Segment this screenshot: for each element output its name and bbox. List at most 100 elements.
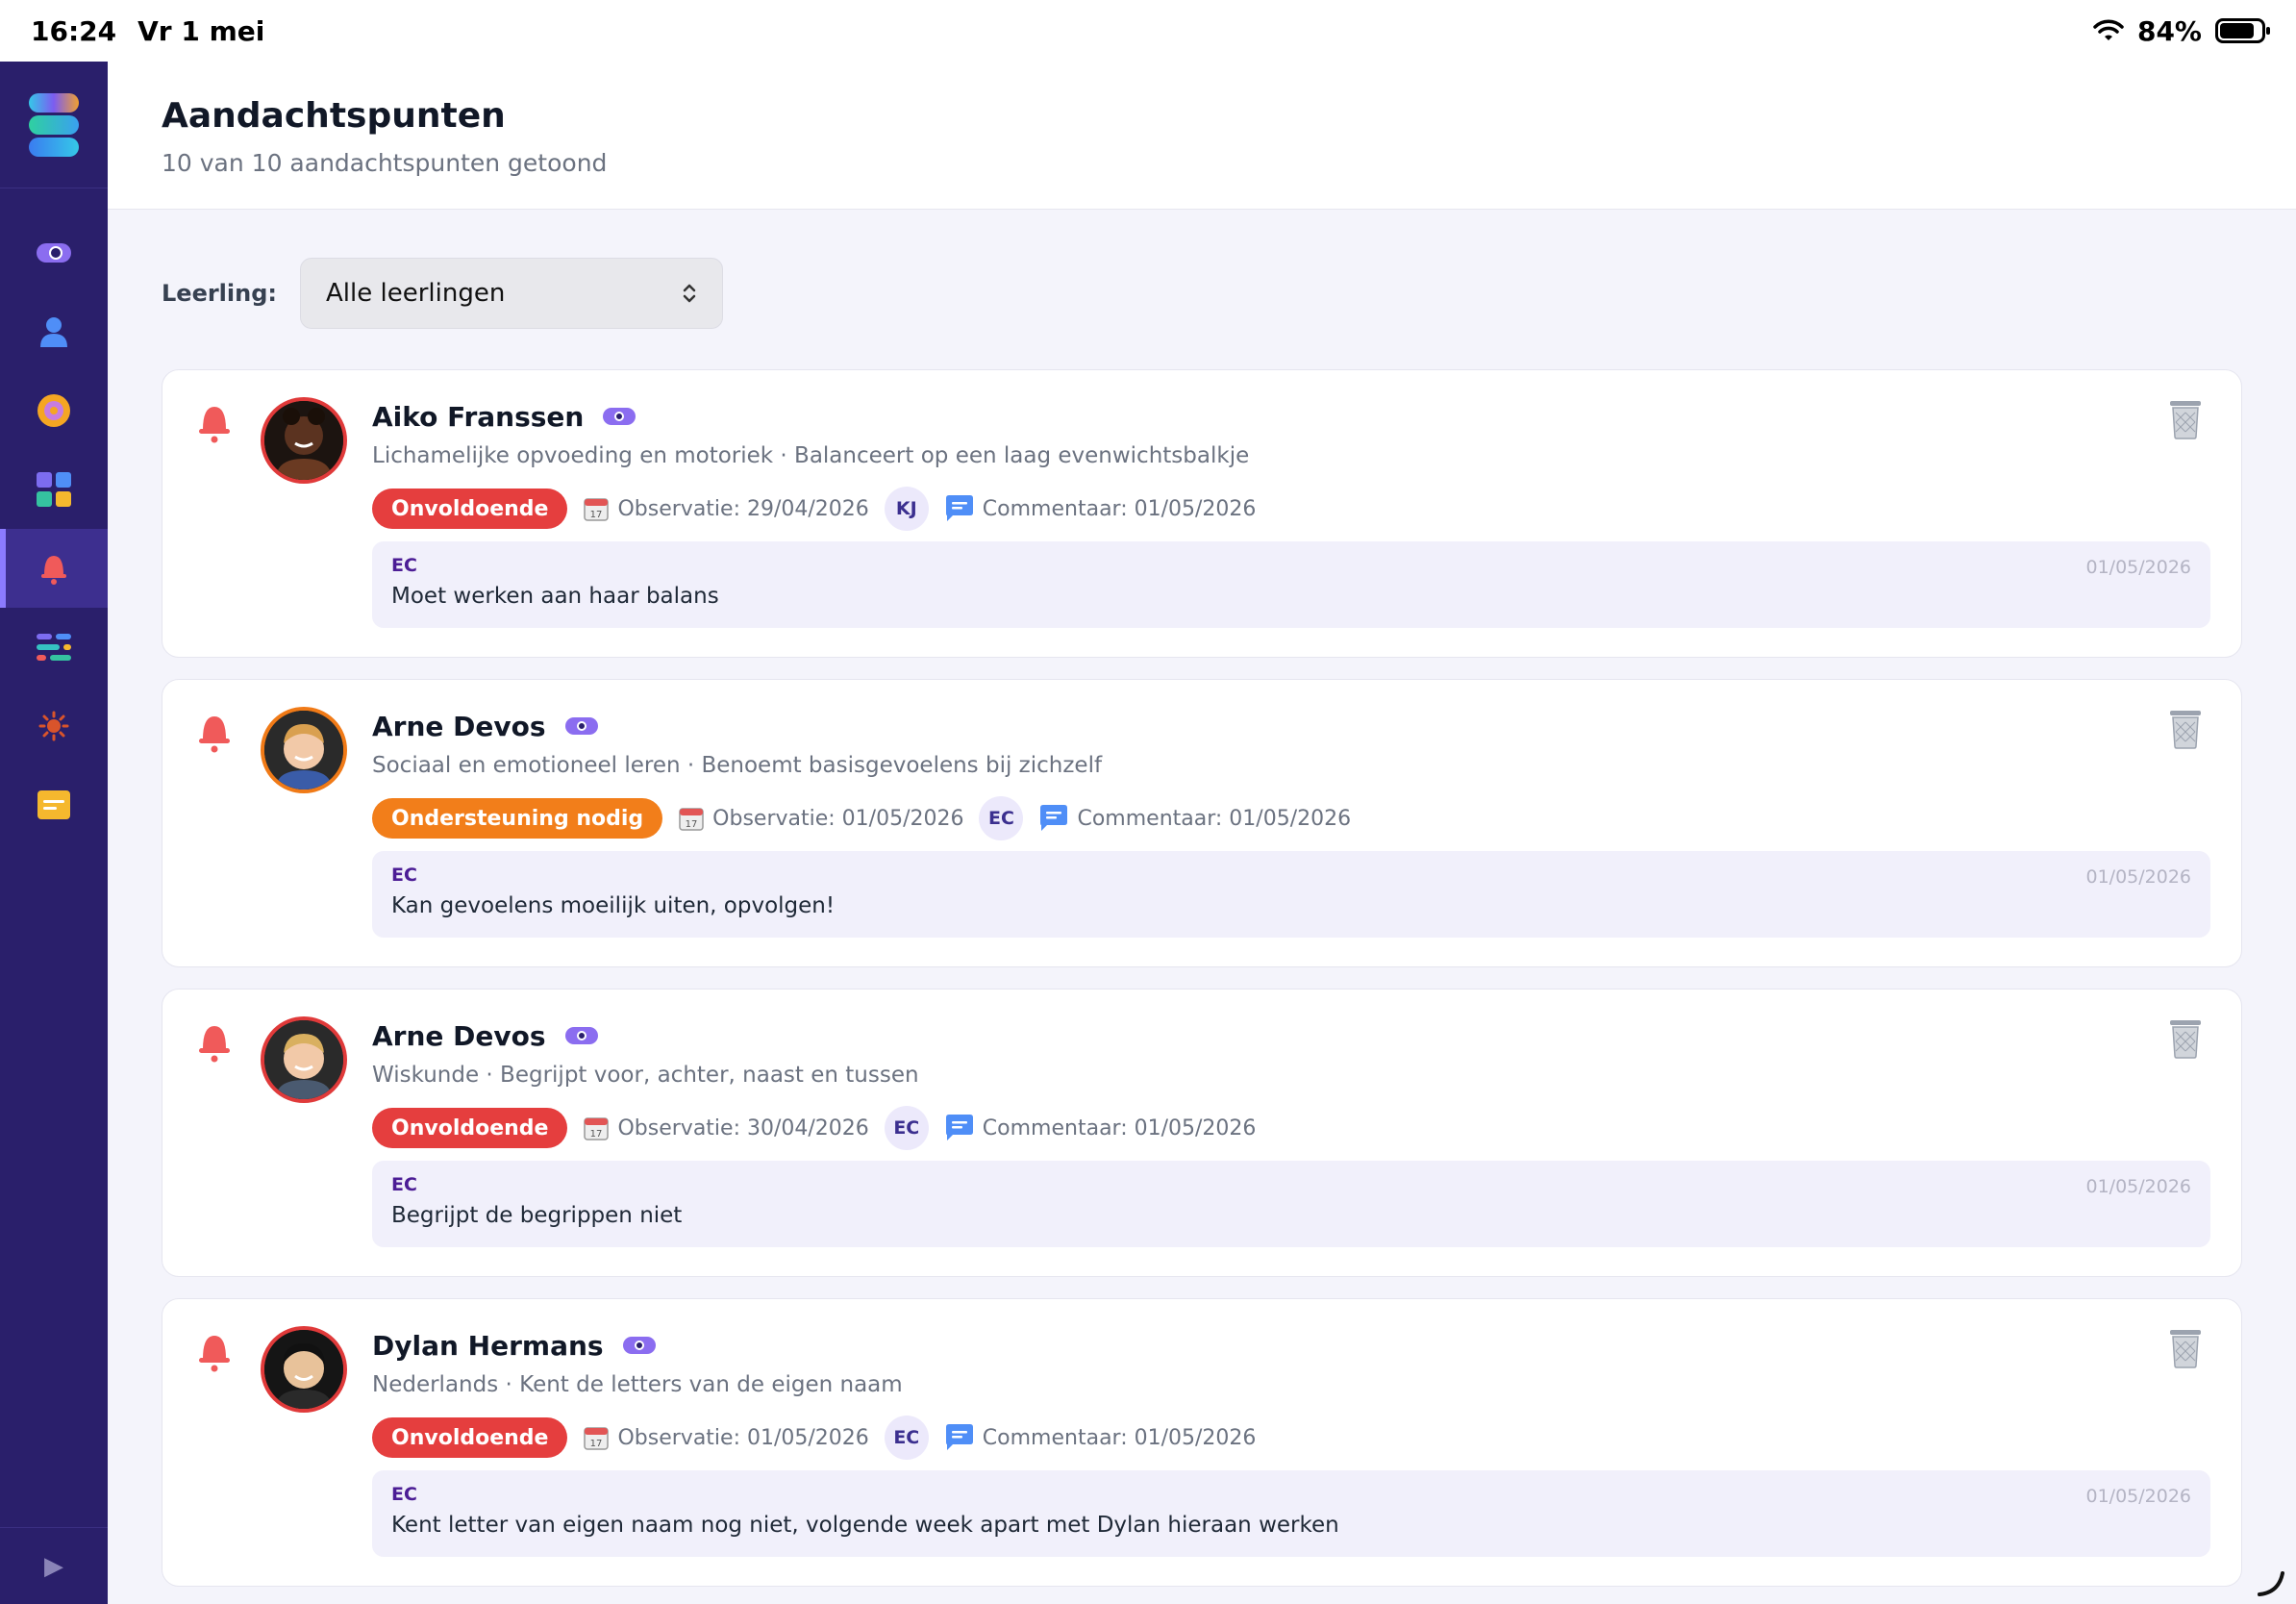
sliders-icon (37, 634, 71, 661)
visibility-toggle-icon[interactable] (564, 1027, 598, 1044)
comment-text: Begrijpt de begrippen niet (391, 1203, 683, 1228)
comment-date: Commentaar: 01/05/2026 (944, 1114, 1257, 1142)
comment-icon (945, 1424, 973, 1450)
sun-icon (38, 711, 69, 741)
svg-text:17: 17 (590, 1439, 603, 1449)
card-icon (37, 790, 70, 819)
comment-date: Commentaar: 01/05/2026 (944, 494, 1256, 523)
student-filter: Leerling: Alle leerlingen (162, 258, 723, 329)
sidebar-item-goals[interactable] (0, 371, 108, 450)
comment-icon (1040, 805, 1068, 831)
target-icon (37, 394, 70, 427)
trash-icon[interactable] (2166, 397, 2205, 439)
attention-point-card: Dylan Hermans Nederlands · Kent de lette… (162, 1298, 2242, 1587)
student-name[interactable]: Arne Devos (372, 1020, 546, 1052)
comment-box: EC 01/05/2026 Begrijpt de begrippen niet (372, 1161, 2210, 1247)
trash-icon[interactable] (2166, 707, 2205, 749)
sidebar-item-themes[interactable] (0, 687, 108, 765)
comment-text: Kent letter van eigen naam nog niet, vol… (391, 1513, 1339, 1538)
sidebar-item-attention-points[interactable] (0, 529, 108, 608)
comment-date-text: Commentaar: 01/05/2026 (982, 1115, 1257, 1140)
svg-text:17: 17 (686, 819, 698, 830)
app-logo[interactable] (25, 91, 83, 159)
observation-date: 17 Observatie: 30/04/2026 (583, 1115, 869, 1141)
name-row: Aiko Franssen (372, 399, 2210, 434)
observation-date-text: Observatie: 29/04/2026 (617, 496, 869, 521)
svg-text:17: 17 (590, 1129, 603, 1140)
status-bar-right: 84% (2093, 14, 2270, 47)
comment-box: EC 01/05/2026 Kent letter van eigen naam… (372, 1470, 2210, 1557)
sidebar-item-students[interactable] (0, 292, 108, 371)
status-badge: Onvoldoende (372, 1108, 568, 1148)
trash-icon[interactable] (2166, 1016, 2205, 1059)
student-name[interactable]: Aiko Franssen (372, 401, 584, 433)
sidebar-item-reports[interactable] (0, 765, 108, 844)
comment-timestamp: 01/05/2026 (2085, 866, 2191, 888)
observation-date: 17 Observatie: 01/05/2026 (583, 1424, 869, 1451)
resize-handle-icon[interactable] (2254, 1564, 2288, 1598)
wifi-icon (2093, 19, 2124, 40)
meta-row: Onvoldoende 17 Observatie: 01/05/2026 EC (372, 1416, 2210, 1460)
visibility-toggle-icon[interactable] (603, 408, 636, 425)
calendar-icon: 17 (584, 498, 610, 521)
meta-row: Onvoldoende 17 Observatie: 29/04/2026 KJ (372, 487, 2210, 531)
avatar (261, 397, 347, 484)
bell-icon (199, 407, 230, 443)
sidebar-item-settings-sliders[interactable] (0, 608, 108, 687)
comment-timestamp: 01/05/2026 (2085, 1486, 2191, 1507)
subject-goal: Sociaal en emotioneel leren · Benoemt ba… (372, 753, 1103, 778)
status-badge: Onvoldoende (372, 489, 568, 529)
attention-point-card: Aiko Franssen Lichamelijke opvoeding en … (162, 369, 2242, 658)
bell-icon (199, 716, 230, 753)
meta-row: Onvoldoende 17 Observatie: 30/04/2026 EC (372, 1106, 2210, 1150)
comment-date: Commentaar: 01/05/2026 (944, 1423, 1257, 1452)
attention-point-card: Arne Devos Wiskunde · Begrijpt voor, ach… (162, 989, 2242, 1277)
visibility-toggle-icon[interactable] (622, 1337, 656, 1354)
visibility-toggle-icon[interactable] (564, 717, 598, 735)
card-content: Dylan Hermans Nederlands · Kent de lette… (372, 1328, 2210, 1557)
observation-date-text: Observatie: 30/04/2026 (617, 1115, 869, 1140)
bell-icon (199, 1026, 230, 1063)
sidebar-item-dashboard[interactable] (0, 450, 108, 529)
status-badge: Ondersteuning nodig (372, 798, 663, 839)
comment-author: EC (391, 1484, 417, 1505)
sidebar-nav (0, 188, 108, 844)
page-header: Aandachtspunten 10 van 10 aandachtspunte… (108, 62, 2296, 210)
comment-author: EC (391, 865, 417, 886)
status-time: 16:24 (31, 14, 117, 47)
status-bar-left: 16:24 Vr 1 mei (31, 15, 264, 47)
comment-author: EC (391, 1174, 417, 1195)
comment-date-text: Commentaar: 01/05/2026 (982, 1425, 1257, 1450)
card-content: Arne Devos Sociaal en emotioneel leren ·… (372, 709, 2210, 938)
play-icon: ▶ (44, 1551, 63, 1581)
student-select-value: Alle leerlingen (326, 279, 506, 308)
student-select[interactable]: Alle leerlingen (300, 258, 723, 329)
observation-date: 17 Observatie: 29/04/2026 (583, 495, 869, 522)
sidebar-collapse-button[interactable]: ▶ (0, 1527, 108, 1604)
trash-icon[interactable] (2166, 1326, 2205, 1368)
svg-text:17: 17 (590, 510, 603, 520)
name-row: Arne Devos (372, 709, 2210, 743)
page-title: Aandachtspunten (162, 96, 506, 136)
sidebar-item-observations[interactable] (0, 213, 108, 292)
comment-icon (945, 495, 973, 521)
subject-goal: Lichamelijke opvoeding en motoriek · Bal… (372, 443, 1250, 468)
chevron-updown-icon (683, 284, 696, 303)
observer-initials: EC (979, 796, 1024, 840)
student-name[interactable]: Arne Devos (372, 711, 546, 742)
bell-icon (199, 1336, 230, 1372)
filter-label: Leerling: (162, 280, 277, 307)
comment-timestamp: 01/05/2026 (2085, 557, 2191, 578)
student-name[interactable]: Dylan Hermans (372, 1330, 604, 1362)
battery-percent: 84% (2136, 14, 2202, 47)
subject-goal: Wiskunde · Begrijpt voor, achter, naast … (372, 1063, 919, 1088)
status-badge: Onvoldoende (372, 1417, 568, 1458)
avatar (261, 1016, 347, 1103)
comment-author: EC (391, 555, 417, 576)
page-subtitle: 10 van 10 aandachtspunten getoond (162, 149, 608, 177)
comment-timestamp: 01/05/2026 (2085, 1176, 2191, 1197)
calendar-icon: 17 (584, 1427, 610, 1450)
observer-initials: EC (884, 1106, 929, 1150)
card-content: Aiko Franssen Lichamelijke opvoeding en … (372, 399, 2210, 628)
status-date: Vr 1 mei (137, 14, 265, 47)
